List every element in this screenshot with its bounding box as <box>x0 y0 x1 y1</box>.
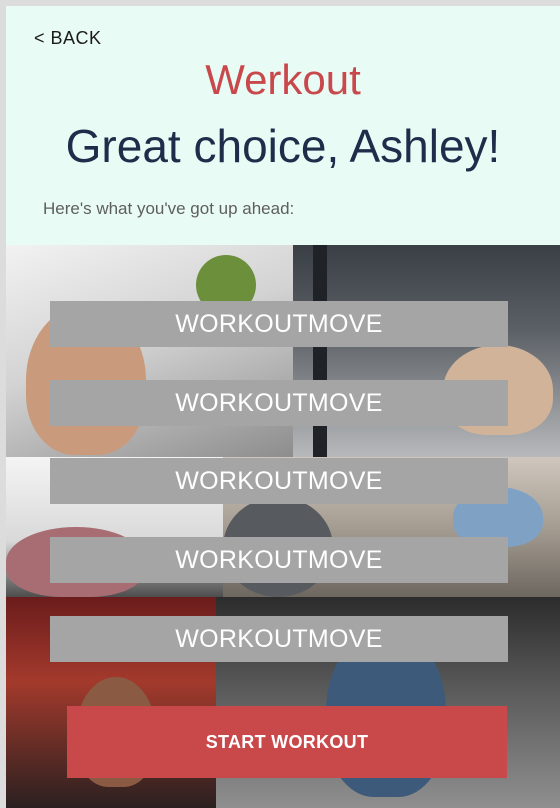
page-subtitle: Here's what you've got up ahead: <box>43 199 295 218</box>
brand-logo: Werkout <box>205 56 361 103</box>
page-title: Great choice, Ashley! <box>65 120 501 172</box>
workout-move-5[interactable]: WORKOUTMOVE <box>50 616 508 662</box>
workout-move-2[interactable]: WORKOUTMOVE <box>50 380 508 426</box>
workout-move-4[interactable]: WORKOUTMOVE <box>50 537 508 583</box>
app-screen: < BACK Werkout Great choice, Ashley! Her… <box>6 6 560 808</box>
workout-move-3[interactable]: WORKOUTMOVE <box>50 458 508 504</box>
back-button[interactable]: < BACK <box>34 28 102 49</box>
start-workout-button[interactable]: START WORKOUT <box>67 706 507 778</box>
workout-move-1[interactable]: WORKOUTMOVE <box>50 301 508 347</box>
